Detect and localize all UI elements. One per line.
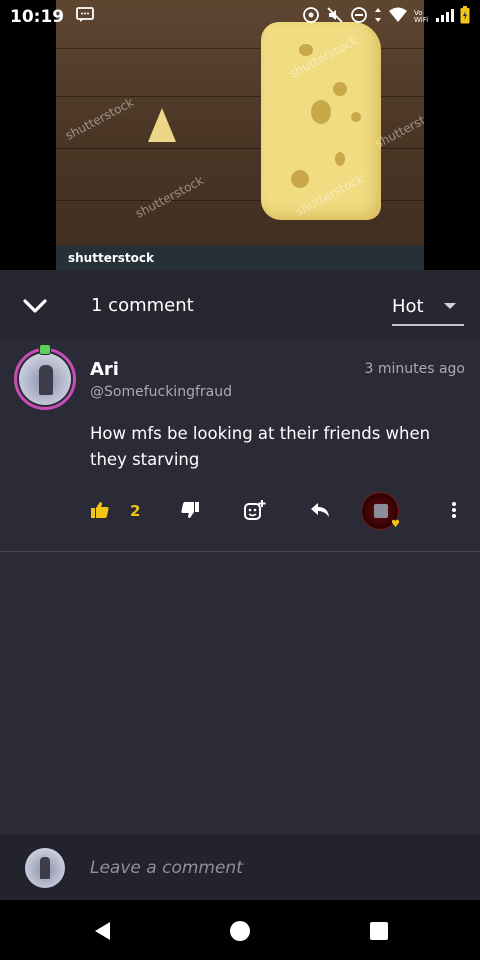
author-avatar[interactable] [14, 344, 76, 410]
comment-count: 1 comment [91, 295, 194, 316]
avatar-badge-icon [39, 344, 51, 355]
status-time: 10:19 [10, 7, 65, 27]
recents-square-icon [370, 922, 388, 940]
data-arrows-icon [374, 7, 382, 27]
heart-icon: ♥ [391, 519, 400, 530]
comment-input[interactable] [90, 855, 450, 881]
thumbs-down-icon [181, 502, 199, 518]
wifi-icon [388, 7, 408, 27]
comment-actions: 2 ♥ [0, 490, 480, 530]
post-image: shutterstock shutterstock shutterstock s… [56, 0, 424, 270]
battery-icon [460, 6, 470, 28]
system-nav-bar [0, 900, 480, 960]
comment-composer [0, 835, 480, 900]
watermark: shutterstock [133, 173, 206, 221]
add-reaction-button[interactable] [242, 490, 268, 530]
lte-signal-icon [434, 7, 454, 27]
status-bar: 10:19 Vo WiFi [0, 0, 480, 34]
chevron-down-icon [23, 299, 47, 313]
caret-down-icon [444, 303, 456, 309]
do-not-disturb-icon [350, 6, 368, 28]
post-media[interactable]: shutterstock shutterstock shutterstock s… [0, 0, 480, 270]
back-triangle-icon [95, 922, 110, 940]
back-button[interactable] [92, 920, 114, 942]
volte-wifi-label: Vo WiFi [414, 9, 429, 24]
comment-timestamp: 3 minutes ago [364, 361, 465, 377]
downvote-button[interactable] [178, 490, 202, 530]
message-notification-icon [76, 7, 95, 27]
upvote-button[interactable] [88, 490, 112, 530]
watermark: shutterstock [63, 95, 136, 143]
home-button[interactable] [229, 920, 251, 942]
location-target-icon [302, 6, 320, 28]
comments-header: 1 comment Hot [0, 270, 480, 340]
shutterstock-logo: shutterstock [68, 251, 154, 265]
sort-selected-label: Hot [392, 295, 424, 317]
recents-button[interactable] [368, 920, 390, 942]
more-options-button[interactable] [444, 490, 464, 530]
comments-panel: 1 comment Hot Ari @Somefuckingfraud 3 mi… [0, 270, 480, 900]
home-circle-icon [230, 921, 250, 941]
cheese-wedge-shape [148, 108, 176, 142]
upvote-count: 2 [130, 502, 141, 520]
comment-body: How mfs be looking at their friends when… [90, 424, 431, 469]
add-reaction-icon [244, 500, 266, 520]
reactor-avatar[interactable]: ♥ [361, 492, 400, 530]
author-name[interactable]: Ari [90, 359, 119, 380]
reply-icon [311, 503, 329, 517]
comment-item: Ari @Somefuckingfraud 3 minutes ago How … [0, 340, 480, 552]
kebab-menu-icon [452, 502, 456, 518]
sort-dropdown[interactable]: Hot [392, 288, 464, 326]
thumbs-up-icon [91, 502, 109, 518]
author-handle[interactable]: @Somefuckingfraud [90, 384, 232, 400]
image-footer: shutterstock [56, 246, 424, 270]
collapse-button[interactable] [20, 292, 50, 320]
mute-icon [326, 6, 344, 28]
reply-button[interactable] [308, 490, 332, 530]
user-avatar[interactable] [25, 848, 65, 888]
